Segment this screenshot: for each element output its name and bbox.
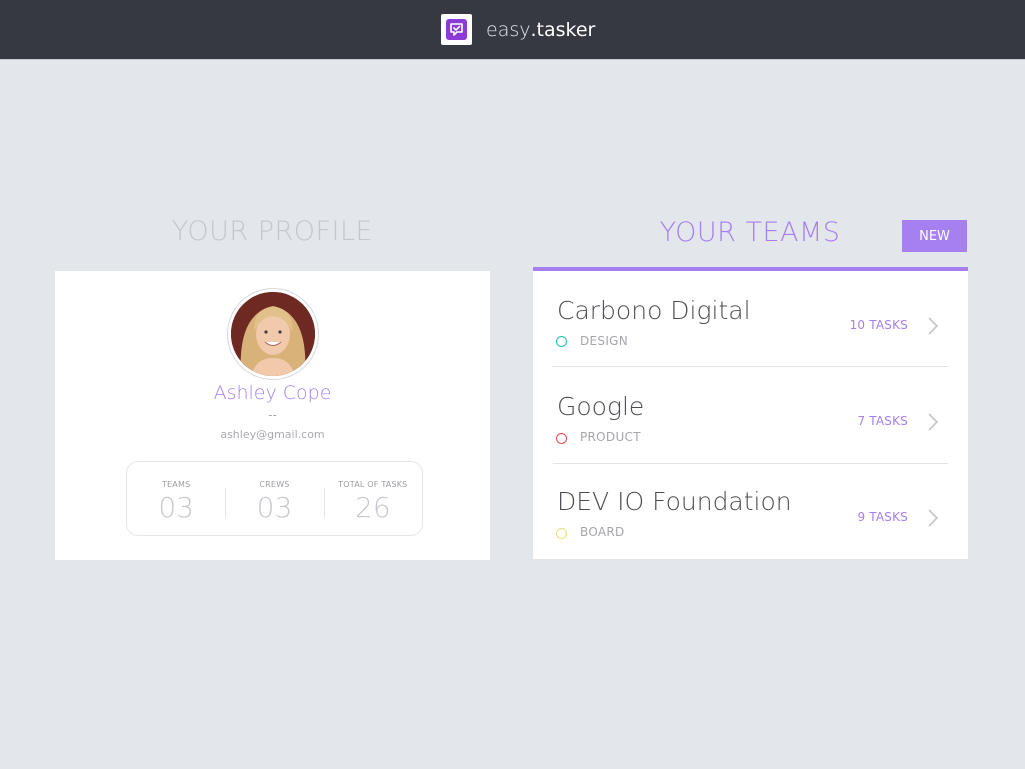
- status-dot-icon: [556, 336, 567, 347]
- team-task-count: 7 TASKS: [857, 414, 908, 428]
- stat-crews: CREWS 03: [225, 462, 323, 535]
- team-category: PRODUCT: [580, 430, 641, 444]
- stat-total-tasks: TOTAL OF TASKS 26: [323, 462, 422, 535]
- chevron-right-icon[interactable]: [926, 508, 940, 528]
- stat-value: 03: [256, 491, 293, 524]
- teams-section-title: YOUR TEAMS: [659, 217, 841, 248]
- app-name: easy.tasker: [486, 19, 595, 41]
- app-name-part1: easy: [486, 18, 531, 41]
- team-name: Carbono Digital: [557, 296, 751, 325]
- team-category: DESIGN: [580, 334, 629, 348]
- stat-teams: TEAMS 03: [127, 462, 225, 535]
- profile-stats: TEAMS 03 CREWS 03 TOTAL OF TASKS 26: [126, 461, 423, 536]
- profile-name: Ashley Cope: [213, 382, 332, 404]
- stat-value: 03: [158, 491, 194, 524]
- avatar-photo: [231, 292, 315, 376]
- team-category: BOARD: [580, 525, 625, 539]
- top-bar: easy.tasker: [0, 0, 1025, 60]
- profile-email: ashley@gmail.com: [220, 428, 325, 441]
- team-name: Google: [557, 392, 645, 421]
- team-task-count: 10 TASKS: [849, 318, 908, 332]
- app-logo: [441, 14, 472, 45]
- team-task-count: 9 TASKS: [857, 510, 908, 524]
- app-name-part2: .tasker: [530, 18, 596, 41]
- status-dot-icon: [556, 528, 567, 539]
- profile-card: Ashley Cope -- ashley@gmail.com TEAMS 03…: [55, 271, 490, 560]
- stat-value: 26: [355, 491, 391, 524]
- team-row-carbono-digital[interactable]: Carbono Digital DESIGN 10 TASKS: [553, 271, 948, 367]
- stat-label: TEAMS: [161, 480, 191, 489]
- chevron-right-icon[interactable]: [926, 412, 940, 432]
- check-bubble-icon: [446, 19, 467, 40]
- team-row-dev-io-foundation[interactable]: DEV IO Foundation BOARD 9 TASKS: [553, 465, 948, 559]
- status-dot-icon: [556, 433, 567, 444]
- chevron-right-icon[interactable]: [926, 316, 940, 336]
- team-name: DEV IO Foundation: [557, 487, 792, 516]
- profile-section-title: YOUR PROFILE: [171, 216, 374, 247]
- team-row-google[interactable]: Google PRODUCT 7 TASKS: [553, 369, 948, 464]
- stat-label: TOTAL OF TASKS: [338, 480, 408, 489]
- brand[interactable]: easy.tasker: [441, 14, 595, 45]
- avatar[interactable]: [227, 288, 319, 380]
- new-team-button[interactable]: NEW: [902, 220, 967, 252]
- teams-card: Carbono Digital DESIGN 10 TASKS Google P…: [533, 267, 968, 559]
- stat-label: CREWS: [259, 480, 290, 489]
- profile-subtitle: --: [268, 408, 277, 422]
